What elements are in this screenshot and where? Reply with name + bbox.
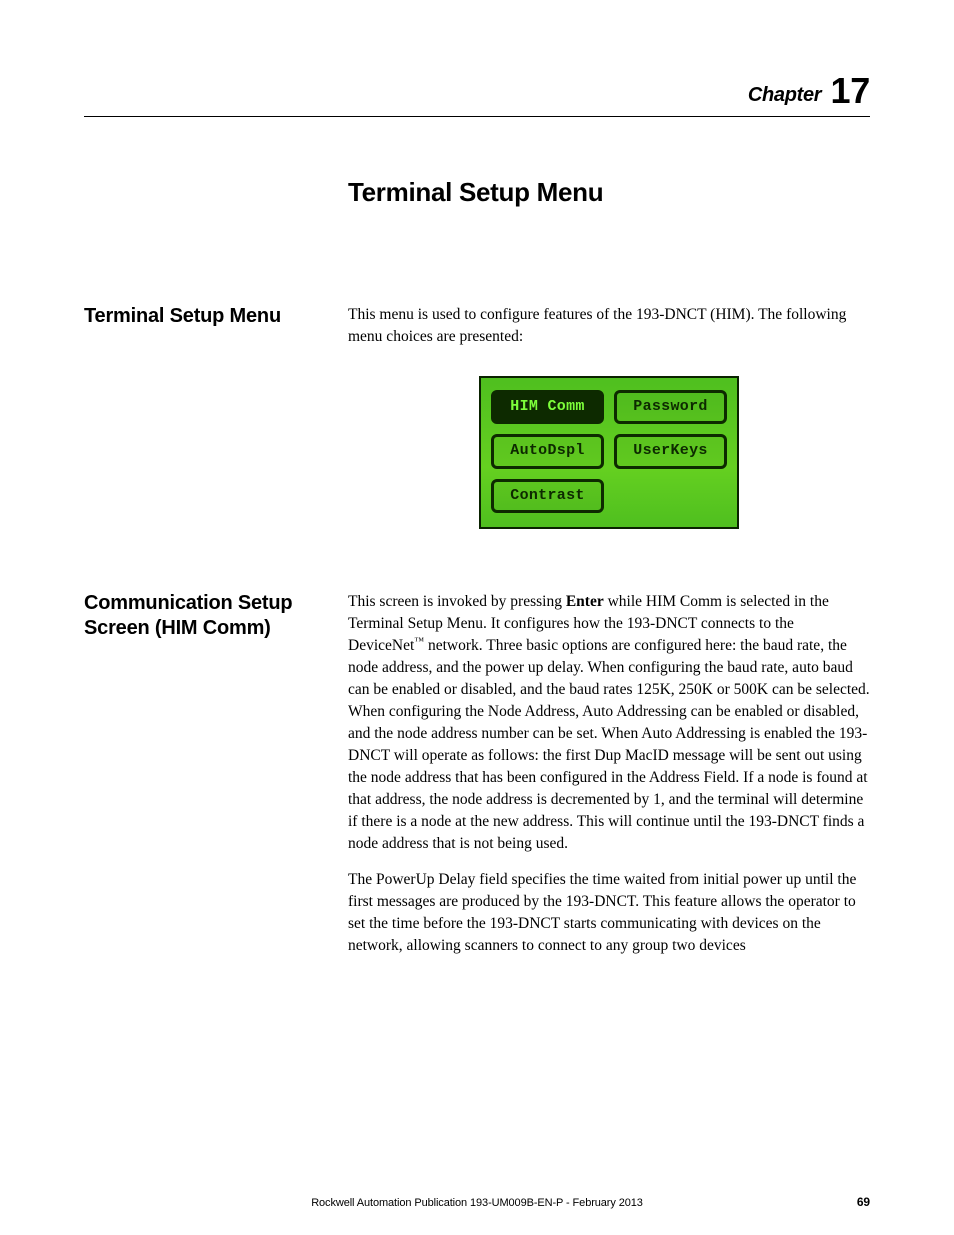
enter-bold: Enter: [566, 593, 604, 610]
section-body: This screen is invoked by pressing Enter…: [348, 591, 870, 971]
intro-text: This menu is used to configure features …: [348, 304, 870, 348]
publication-info: Rockwell Automation Publication 193-UM00…: [311, 1197, 643, 1209]
lcd-row: HIM Comm Password: [491, 390, 727, 424]
lcd-password: Password: [614, 390, 727, 424]
header-rule: [84, 116, 870, 117]
page-number: 69: [857, 1195, 870, 1209]
page-title: Terminal Setup Menu: [348, 177, 870, 208]
lcd-row: AutoDspl UserKeys: [491, 434, 727, 468]
para-1: This screen is invoked by pressing Enter…: [348, 591, 870, 855]
chapter-number: 17: [831, 70, 870, 111]
trademark-symbol: ™: [414, 636, 424, 647]
section-heading: Terminal Setup Menu: [84, 304, 348, 329]
section-heading: Communication Setup Screen (HIM Comm): [84, 591, 348, 641]
lcd-userkeys: UserKeys: [614, 434, 727, 468]
section-terminal-setup: Terminal Setup Menu This menu is used to…: [84, 304, 870, 529]
lcd-screen: HIM Comm Password AutoDspl UserKeys Cont…: [479, 376, 739, 529]
section-body: This menu is used to configure features …: [348, 304, 870, 529]
lcd-contrast: Contrast: [491, 479, 604, 513]
lcd-autodspl: AutoDspl: [491, 434, 604, 468]
lcd-row: Contrast: [491, 479, 727, 513]
para-2: The PowerUp Delay field specifies the ti…: [348, 869, 870, 957]
chapter-word: Chapter: [748, 84, 821, 106]
chapter-label: Chapter 17: [84, 70, 870, 112]
lcd-him-comm: HIM Comm: [491, 390, 604, 424]
page-footer: Rockwell Automation Publication 193-UM00…: [84, 1197, 870, 1209]
section-comm-setup: Communication Setup Screen (HIM Comm) Th…: [84, 591, 870, 971]
